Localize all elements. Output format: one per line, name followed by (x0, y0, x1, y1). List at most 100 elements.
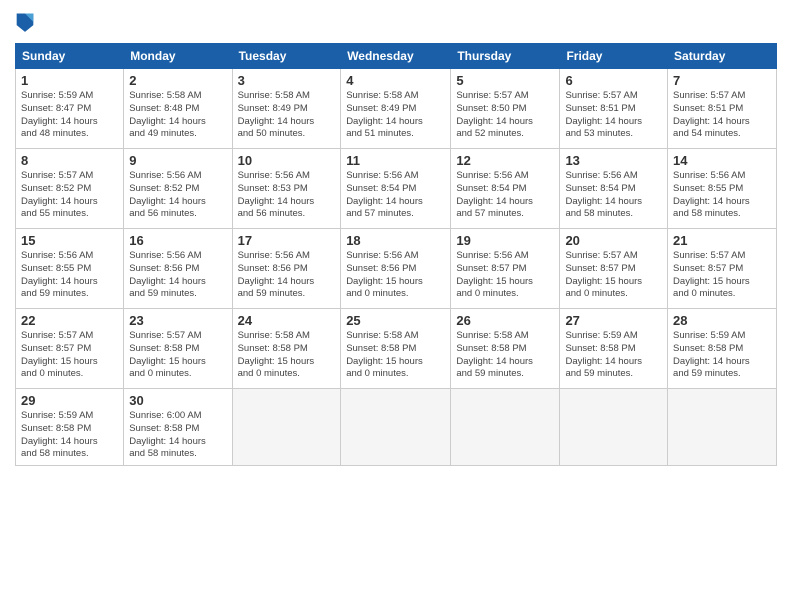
calendar-cell (232, 389, 341, 466)
day-info: Sunrise: 5:56 AM Sunset: 8:54 PM Dayligh… (565, 170, 662, 221)
day-number: 21 (673, 233, 771, 248)
week-row-2: 8Sunrise: 5:57 AM Sunset: 8:52 PM Daylig… (16, 149, 777, 229)
day-number: 20 (565, 233, 662, 248)
week-row-1: 1 Sunrise: 5:59 AM Sunset: 8:47 PM Daylig… (16, 69, 777, 149)
day-info: Sunrise: 5:59 AM Sunset: 8:58 PM Dayligh… (565, 330, 662, 381)
day-info: Sunrise: 5:58 AM Sunset: 8:48 PM Dayligh… (129, 90, 226, 141)
calendar-cell: 12 Sunrise: 5:56 AM Sunset: 8:54 PM Dayli… (451, 149, 560, 229)
day-number: 27 (565, 313, 662, 328)
day-info: Sunrise: 5:56 AM Sunset: 8:55 PM Dayligh… (21, 250, 118, 301)
day-number: 10 (238, 153, 336, 168)
day-info: Sunrise: 5:57 AM Sunset: 8:51 PM Dayligh… (565, 90, 662, 141)
calendar-cell (341, 389, 451, 466)
calendar-cell: 24 Sunrise: 5:58 AM Sunset: 8:58 PM Dayli… (232, 309, 341, 389)
day-info: Sunrise: 5:56 AM Sunset: 8:56 PM Dayligh… (129, 250, 226, 301)
day-info: Sunrise: 5:56 AM Sunset: 8:54 PM Dayligh… (346, 170, 445, 221)
weekday-thursday: Thursday (451, 44, 560, 69)
day-info: Sunrise: 5:56 AM Sunset: 8:57 PM Dayligh… (456, 250, 554, 301)
day-number: 29 (21, 393, 118, 408)
day-number: 18 (346, 233, 445, 248)
calendar-cell: 27 Sunrise: 5:59 AM Sunset: 8:58 PM Dayli… (560, 309, 668, 389)
day-number: 6 (565, 73, 662, 88)
day-number: 15 (21, 233, 118, 248)
calendar-cell: 22 Sunrise: 5:57 AM Sunset: 8:57 PM Dayli… (16, 309, 124, 389)
calendar-cell (451, 389, 560, 466)
day-info: Sunrise: 5:57 AM Sunset: 8:52 PM Dayligh… (21, 170, 118, 221)
logo-icon (15, 10, 35, 32)
day-number: 9 (129, 153, 226, 168)
calendar-cell: 7 Sunrise: 5:57 AM Sunset: 8:51 PM Daylig… (668, 69, 777, 149)
day-info: Sunrise: 5:57 AM Sunset: 8:57 PM Dayligh… (673, 250, 771, 301)
day-info: Sunrise: 5:58 AM Sunset: 8:58 PM Dayligh… (456, 330, 554, 381)
day-info: Sunrise: 5:59 AM Sunset: 8:47 PM Dayligh… (21, 90, 118, 141)
calendar-cell: 30Sunrise: 6:00 AM Sunset: 8:58 PM Dayli… (124, 389, 232, 466)
day-info: Sunrise: 5:57 AM Sunset: 8:51 PM Dayligh… (673, 90, 771, 141)
calendar-cell: 23Sunrise: 5:57 AM Sunset: 8:58 PM Dayli… (124, 309, 232, 389)
day-number: 1 (21, 73, 118, 88)
day-number: 22 (21, 313, 118, 328)
calendar-cell: 25Sunrise: 5:58 AM Sunset: 8:58 PM Dayli… (341, 309, 451, 389)
calendar-cell (668, 389, 777, 466)
calendar-cell: 28 Sunrise: 5:59 AM Sunset: 8:58 PM Dayli… (668, 309, 777, 389)
day-number: 2 (129, 73, 226, 88)
weekday-header-row: SundayMondayTuesdayWednesdayThursdayFrid… (16, 44, 777, 69)
calendar-cell (560, 389, 668, 466)
day-number: 19 (456, 233, 554, 248)
day-number: 3 (238, 73, 336, 88)
weekday-tuesday: Tuesday (232, 44, 341, 69)
logo (15, 10, 39, 37)
calendar-cell: 3 Sunrise: 5:58 AM Sunset: 8:49 PM Daylig… (232, 69, 341, 149)
calendar-cell: 10 Sunrise: 5:56 AM Sunset: 8:53 PM Dayli… (232, 149, 341, 229)
day-number: 13 (565, 153, 662, 168)
calendar-cell: 29 Sunrise: 5:59 AM Sunset: 8:58 PM Dayli… (16, 389, 124, 466)
day-info: Sunrise: 5:56 AM Sunset: 8:55 PM Dayligh… (673, 170, 771, 221)
day-number: 23 (129, 313, 226, 328)
calendar-cell: 17Sunrise: 5:56 AM Sunset: 8:56 PM Dayli… (232, 229, 341, 309)
weekday-saturday: Saturday (668, 44, 777, 69)
day-info: Sunrise: 5:57 AM Sunset: 8:50 PM Dayligh… (456, 90, 554, 141)
day-info: Sunrise: 5:59 AM Sunset: 8:58 PM Dayligh… (21, 410, 118, 461)
day-info: Sunrise: 6:00 AM Sunset: 8:58 PM Dayligh… (129, 410, 226, 461)
day-info: Sunrise: 5:56 AM Sunset: 8:54 PM Dayligh… (456, 170, 554, 221)
calendar-cell: 13 Sunrise: 5:56 AM Sunset: 8:54 PM Dayli… (560, 149, 668, 229)
weekday-sunday: Sunday (16, 44, 124, 69)
calendar-cell: 6 Sunrise: 5:57 AM Sunset: 8:51 PM Daylig… (560, 69, 668, 149)
calendar-cell: 4Sunrise: 5:58 AM Sunset: 8:49 PM Daylig… (341, 69, 451, 149)
calendar-cell: 2 Sunrise: 5:58 AM Sunset: 8:48 PM Daylig… (124, 69, 232, 149)
calendar-cell: 8Sunrise: 5:57 AM Sunset: 8:52 PM Daylig… (16, 149, 124, 229)
day-number: 5 (456, 73, 554, 88)
header (15, 10, 777, 37)
calendar-cell: 16 Sunrise: 5:56 AM Sunset: 8:56 PM Dayli… (124, 229, 232, 309)
weekday-monday: Monday (124, 44, 232, 69)
calendar-cell: 21 Sunrise: 5:57 AM Sunset: 8:57 PM Dayli… (668, 229, 777, 309)
day-number: 14 (673, 153, 771, 168)
week-row-3: 15 Sunrise: 5:56 AM Sunset: 8:55 PM Dayli… (16, 229, 777, 309)
calendar: SundayMondayTuesdayWednesdayThursdayFrid… (15, 43, 777, 466)
day-number: 7 (673, 73, 771, 88)
day-info: Sunrise: 5:58 AM Sunset: 8:49 PM Dayligh… (238, 90, 336, 141)
calendar-cell: 11 Sunrise: 5:56 AM Sunset: 8:54 PM Dayli… (341, 149, 451, 229)
day-info: Sunrise: 5:58 AM Sunset: 8:49 PM Dayligh… (346, 90, 445, 141)
day-number: 26 (456, 313, 554, 328)
day-number: 24 (238, 313, 336, 328)
day-number: 16 (129, 233, 226, 248)
day-info: Sunrise: 5:58 AM Sunset: 8:58 PM Dayligh… (238, 330, 336, 381)
week-row-4: 22 Sunrise: 5:57 AM Sunset: 8:57 PM Dayli… (16, 309, 777, 389)
calendar-cell: 9Sunrise: 5:56 AM Sunset: 8:52 PM Daylig… (124, 149, 232, 229)
weekday-friday: Friday (560, 44, 668, 69)
day-info: Sunrise: 5:56 AM Sunset: 8:53 PM Dayligh… (238, 170, 336, 221)
day-number: 17 (238, 233, 336, 248)
day-number: 28 (673, 313, 771, 328)
day-info: Sunrise: 5:57 AM Sunset: 8:57 PM Dayligh… (21, 330, 118, 381)
calendar-cell: 20 Sunrise: 5:57 AM Sunset: 8:57 PM Dayli… (560, 229, 668, 309)
calendar-cell: 1 Sunrise: 5:59 AM Sunset: 8:47 PM Daylig… (16, 69, 124, 149)
day-info: Sunrise: 5:56 AM Sunset: 8:56 PM Dayligh… (346, 250, 445, 301)
week-row-5: 29 Sunrise: 5:59 AM Sunset: 8:58 PM Dayli… (16, 389, 777, 466)
day-info: Sunrise: 5:59 AM Sunset: 8:58 PM Dayligh… (673, 330, 771, 381)
day-number: 11 (346, 153, 445, 168)
calendar-cell: 5 Sunrise: 5:57 AM Sunset: 8:50 PM Daylig… (451, 69, 560, 149)
day-number: 12 (456, 153, 554, 168)
calendar-cell: 15 Sunrise: 5:56 AM Sunset: 8:55 PM Dayli… (16, 229, 124, 309)
day-info: Sunrise: 5:57 AM Sunset: 8:57 PM Dayligh… (565, 250, 662, 301)
day-number: 25 (346, 313, 445, 328)
